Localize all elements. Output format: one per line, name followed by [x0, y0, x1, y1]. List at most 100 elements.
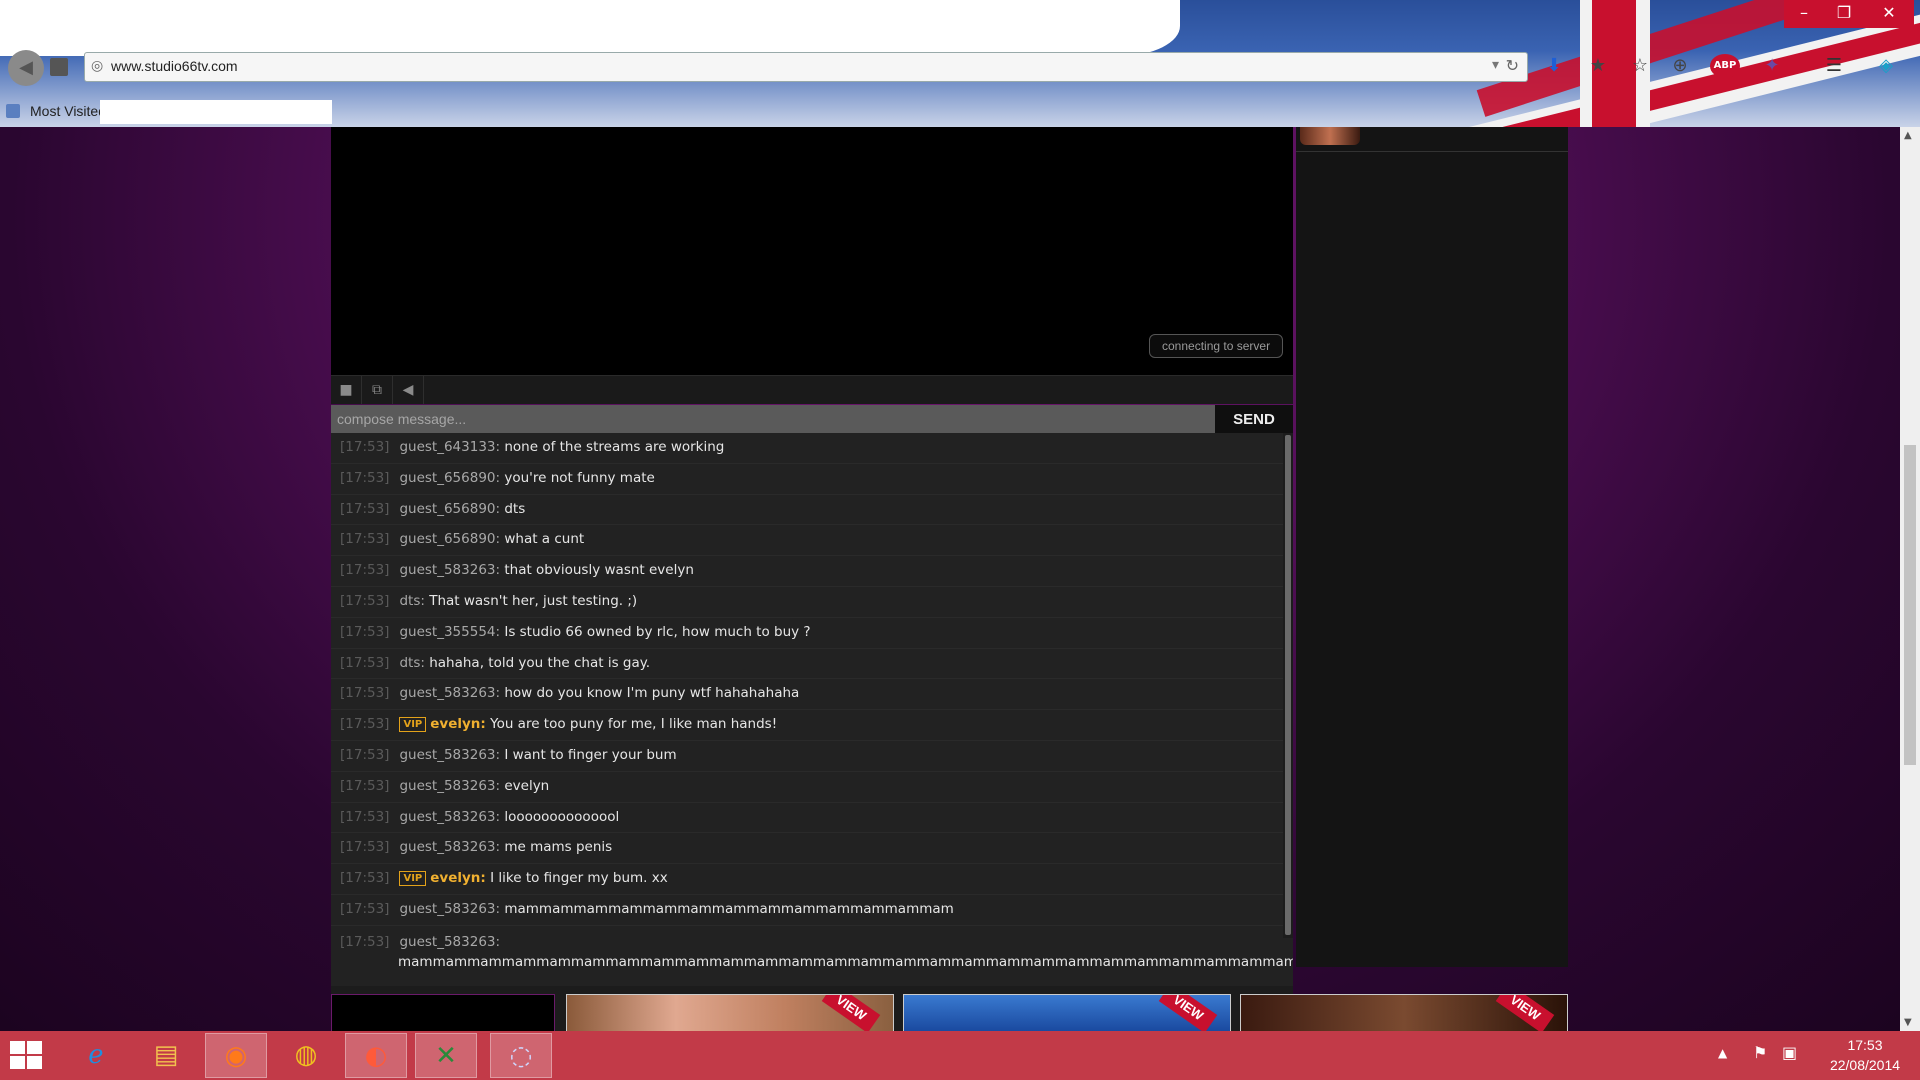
- message-username[interactable]: dts:: [399, 655, 424, 671]
- maximize-button[interactable]: ❐: [1824, 0, 1864, 28]
- address-bar[interactable]: ◎ www.studio66tv.com ▾ ↻: [84, 52, 1528, 82]
- chat-message: [17:53] guest_656890: what a cunt: [331, 525, 1293, 557]
- message-timestamp: [17:53]: [340, 716, 390, 733]
- popout-icon[interactable]: ⧉: [362, 376, 393, 404]
- message-timestamp: [17:53]: [340, 685, 390, 702]
- stream-thumbnail[interactable]: VIEW: [566, 994, 894, 1031]
- message-username[interactable]: guest_583263:: [399, 747, 500, 763]
- stream-thumbnail[interactable]: VIEW: [1240, 994, 1568, 1031]
- chat-message: [17:53] dts: That wasn't her, just testin…: [331, 586, 1293, 618]
- bookmark-most-visited[interactable]: Most Visited: [30, 103, 106, 119]
- clock-date[interactable]: 22/08/2014: [1820, 1057, 1910, 1073]
- message-username[interactable]: guest_355554:: [399, 624, 500, 640]
- message-timestamp: [17:53]: [340, 777, 390, 794]
- page-content: connecting to server ■ ⧉ ◀ SEND [17:53] g…: [0, 127, 1900, 1031]
- vip-badge: VIP: [399, 871, 427, 887]
- message-timestamp: [17:53]: [340, 562, 390, 579]
- download-icon[interactable]: ⬇: [1542, 54, 1566, 78]
- bookmark-star-icon[interactable]: ★: [1586, 54, 1610, 78]
- message-username[interactable]: guest_643133:: [399, 439, 500, 455]
- message-timestamp: [17:53]: [340, 900, 390, 917]
- message-username[interactable]: guest_656890:: [399, 531, 500, 547]
- message-username[interactable]: dts:: [399, 593, 424, 609]
- message-timestamp: [17:53]: [340, 839, 390, 856]
- clock-time[interactable]: 17:53: [1820, 1037, 1910, 1053]
- chat-message: [17:53] VIP evelyn: You are too puny for m…: [331, 710, 1293, 741]
- most-visited-icon[interactable]: [6, 104, 20, 118]
- chat-message-list: [17:53] guest_643133: none of the streams…: [331, 433, 1293, 986]
- reload-icon[interactable]: ↻: [1506, 56, 1519, 75]
- app-icon[interactable]: ◌: [490, 1033, 552, 1078]
- file-explorer-icon[interactable]: ▤: [135, 1033, 197, 1078]
- extension-icon[interactable]: ✦: [1760, 54, 1784, 78]
- message-text: loooooooooooool: [504, 808, 620, 825]
- site-identity-icon[interactable]: ◎: [91, 58, 103, 74]
- redaction-scribble: [0, 0, 1180, 56]
- message-text: mammammammammammammammammammammammammam: [504, 900, 954, 917]
- back-button[interactable]: ◀: [8, 50, 44, 86]
- stream-thumbnail[interactable]: [331, 994, 555, 1031]
- page-scrollbar[interactable]: ▲ ▼: [1900, 127, 1920, 1031]
- firefox-icon[interactable]: ◉: [205, 1033, 267, 1078]
- message-text: evelyn: [504, 777, 550, 794]
- message-username[interactable]: evelyn:: [430, 716, 486, 732]
- message-text: You are too puny for me, I like man hand…: [490, 716, 778, 733]
- message-username[interactable]: guest_656890:: [399, 470, 500, 486]
- chat-message: [17:53] guest_583263: I want to finger yo…: [331, 740, 1293, 772]
- divider: [1296, 151, 1568, 152]
- message-username[interactable]: guest_583263:: [399, 839, 500, 855]
- scroll-thumb[interactable]: [1904, 445, 1916, 765]
- message-timestamp: [17:53]: [340, 592, 390, 609]
- compose-message-input[interactable]: [331, 405, 1215, 433]
- show-hidden-icons-icon[interactable]: ▲: [1718, 1046, 1727, 1060]
- message-username[interactable]: guest_583263:: [399, 901, 500, 917]
- message-text: dts: [504, 500, 526, 517]
- extension-icon[interactable]: ◈: [1874, 54, 1898, 78]
- scroll-up-icon[interactable]: ▲: [1904, 130, 1912, 141]
- chat-message: [17:53] dts: hahaha, told you the chat is…: [331, 648, 1293, 680]
- message-username[interactable]: guest_583263:: [399, 778, 500, 794]
- bookmarks-icon[interactable]: ☆: [1628, 54, 1652, 78]
- scroll-down-icon[interactable]: ▼: [1904, 1017, 1912, 1028]
- volume-icon[interactable]: ◀: [393, 376, 424, 404]
- message-username[interactable]: guest_583263:: [399, 685, 500, 701]
- view-ribbon[interactable]: VIEW: [1158, 995, 1218, 1031]
- video-player[interactable]: connecting to server: [331, 127, 1293, 375]
- url-text[interactable]: www.studio66tv.com: [111, 58, 238, 74]
- send-button[interactable]: SEND: [1215, 405, 1293, 433]
- view-ribbon[interactable]: VIEW: [1495, 995, 1555, 1031]
- action-center-flag-icon[interactable]: ⚑: [1753, 1043, 1767, 1062]
- close-button[interactable]: ✕: [1864, 0, 1914, 28]
- chat-message: [17:53] guest_656890: you're not funny ma…: [331, 463, 1293, 495]
- message-username[interactable]: guest_583263:: [399, 934, 500, 950]
- chat-scrollbar[interactable]: [1283, 433, 1293, 938]
- browser-chrome: – ❐ ✕ ◀ ◎ www.studio66tv.com ▾ ↻ ⬇ ★ ☆ ⊕…: [0, 0, 1920, 127]
- message-username[interactable]: guest_583263:: [399, 562, 500, 578]
- network-icon[interactable]: ▣: [1782, 1043, 1797, 1062]
- message-username[interactable]: guest_656890:: [399, 501, 500, 517]
- message-timestamp: [17:53]: [340, 623, 390, 640]
- media-player-icon[interactable]: ◐: [345, 1033, 407, 1078]
- internet-explorer-icon[interactable]: ℯ: [65, 1033, 127, 1078]
- view-ribbon[interactable]: VIEW: [821, 995, 881, 1031]
- start-button[interactable]: [10, 1041, 44, 1071]
- model-thumbnail[interactable]: [1300, 127, 1360, 145]
- stop-icon[interactable]: ■: [331, 376, 362, 404]
- message-timestamp: [17:53]: [340, 746, 390, 763]
- globe-icon[interactable]: ⊕: [1668, 54, 1692, 78]
- windows-taskbar: ℯ ▤ ◉ ◍ ◐ ✕ ◌ ▲ ⚑ ▣ 17:53 22/08/2014: [0, 1031, 1920, 1080]
- tab-groups-icon[interactable]: [50, 58, 68, 76]
- history-dropdown-icon[interactable]: ▾: [1492, 57, 1499, 73]
- chrome-icon[interactable]: ◍: [275, 1033, 337, 1078]
- excel-icon[interactable]: ✕: [415, 1033, 477, 1078]
- scroll-thumb[interactable]: [1285, 435, 1291, 935]
- stream-thumbnail[interactable]: VIEW: [903, 994, 1231, 1031]
- minimize-button[interactable]: –: [1784, 0, 1824, 28]
- chat-message: [17:53] guest_583263: me mams penis: [331, 833, 1293, 865]
- menu-icon[interactable]: ☰: [1822, 54, 1846, 78]
- message-username[interactable]: guest_583263:: [399, 809, 500, 825]
- message-username[interactable]: evelyn:: [430, 870, 486, 886]
- chat-message: [17:53] guest_656890: dts: [331, 494, 1293, 526]
- adblock-icon[interactable]: ABP: [1710, 54, 1740, 78]
- chat-log[interactable]: [17:53] guest_643133: none of the streams…: [331, 433, 1293, 1031]
